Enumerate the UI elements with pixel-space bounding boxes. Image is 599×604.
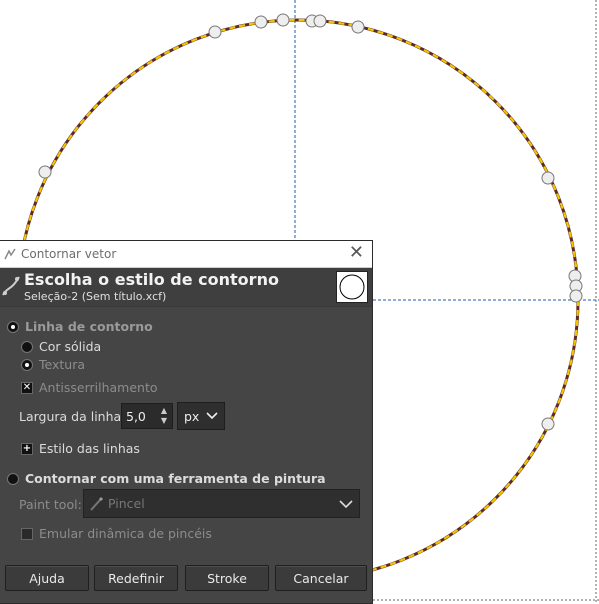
path-anchor [208,25,222,39]
solid-color-label: Cor sólida [39,339,102,354]
emulate-dynamics-checkbox[interactable]: Emular dinâmica de pincéis [21,526,212,541]
paint-tool-mode-label: Contornar com uma ferramenta de pintura [25,471,326,486]
path-anchor [569,289,583,303]
path-anchor [541,171,555,185]
chevron-down-icon [339,500,353,509]
dialog-header: Escolha o estilo de contorno Seleção-2 (… [0,268,372,307]
path-anchor [38,165,52,179]
chevron-down-icon [206,412,218,420]
line-style-label: Estilo das linhas [39,441,140,456]
emulate-dynamics-label: Emular dinâmica de pincéis [39,526,212,541]
radio-indicator[interactable] [21,358,33,371]
unit-select[interactable]: px [177,402,225,430]
antialiasing-checkbox[interactable]: ✕ Antisserrilhamento [21,380,158,395]
line-width-label: Largura da linha: [19,409,126,424]
paintbrush-icon [90,496,104,511]
path-anchor [276,13,290,27]
spin-up-icon[interactable]: ▲ [158,406,170,416]
cancel-button[interactable]: Cancelar [275,565,367,591]
paint-tool-value: Pincel [108,496,145,511]
dialog-window-title: Contornar vetor [21,247,117,261]
path-preview-thumbnail [336,271,368,303]
stroke-path-icon [2,276,20,296]
stroke-line-label: Linha de contorno [25,319,153,334]
checkbox-indicator[interactable]: ✕ [21,381,33,394]
path-anchor [351,20,365,34]
dialog-subheading: Seleção-2 (Sem título.xcf) [24,290,167,303]
unit-value: px [184,408,200,424]
radio-indicator[interactable] [21,340,33,353]
paint-tool-label: Paint tool: [19,497,82,512]
path-anchor [254,15,268,29]
paint-tool-select[interactable]: Pincel [83,489,360,518]
close-icon[interactable]: ✕ [349,244,364,262]
dialog-titlebar: Contornar vetor ✕ [0,241,372,268]
path-anchor [313,14,327,28]
line-width-row: Largura da linha: [19,409,125,424]
radio-texture[interactable]: Textura [21,357,85,372]
line-width-spinbutton[interactable]: 5,0 ▲ ▼ [121,403,173,429]
radio-indicator[interactable] [7,320,19,333]
stroke-button[interactable]: Stroke [185,565,269,591]
stroke-path-dialog: Contornar vetor ✕ Escolha o estilo de co… [0,240,373,604]
spin-arrows[interactable]: ▲ ▼ [158,406,170,426]
radio-indicator[interactable] [7,472,19,485]
line-width-value: 5,0 [126,408,146,424]
expander-plus-icon[interactable]: + [21,442,33,455]
reset-button[interactable]: Redefinir [94,565,178,591]
radio-solid-color[interactable]: Cor sólida [21,339,101,354]
antialiasing-label: Antisserrilhamento [39,380,158,395]
path-anchor [541,417,555,431]
gimp-app-icon [4,248,16,260]
paint-tool-row: Paint tool: [19,497,82,512]
line-style-expander[interactable]: + Estilo das linhas [21,441,140,456]
checkbox-indicator[interactable] [21,527,33,540]
spin-down-icon[interactable]: ▼ [158,416,170,426]
help-button[interactable]: Ajuda [5,565,89,591]
radio-stroke-line[interactable]: Linha de contorno [7,319,153,334]
dialog-heading: Escolha o estilo de contorno [24,270,279,289]
radio-paint-tool[interactable]: Contornar com uma ferramenta de pintura [7,471,326,486]
texture-label: Textura [39,357,86,372]
